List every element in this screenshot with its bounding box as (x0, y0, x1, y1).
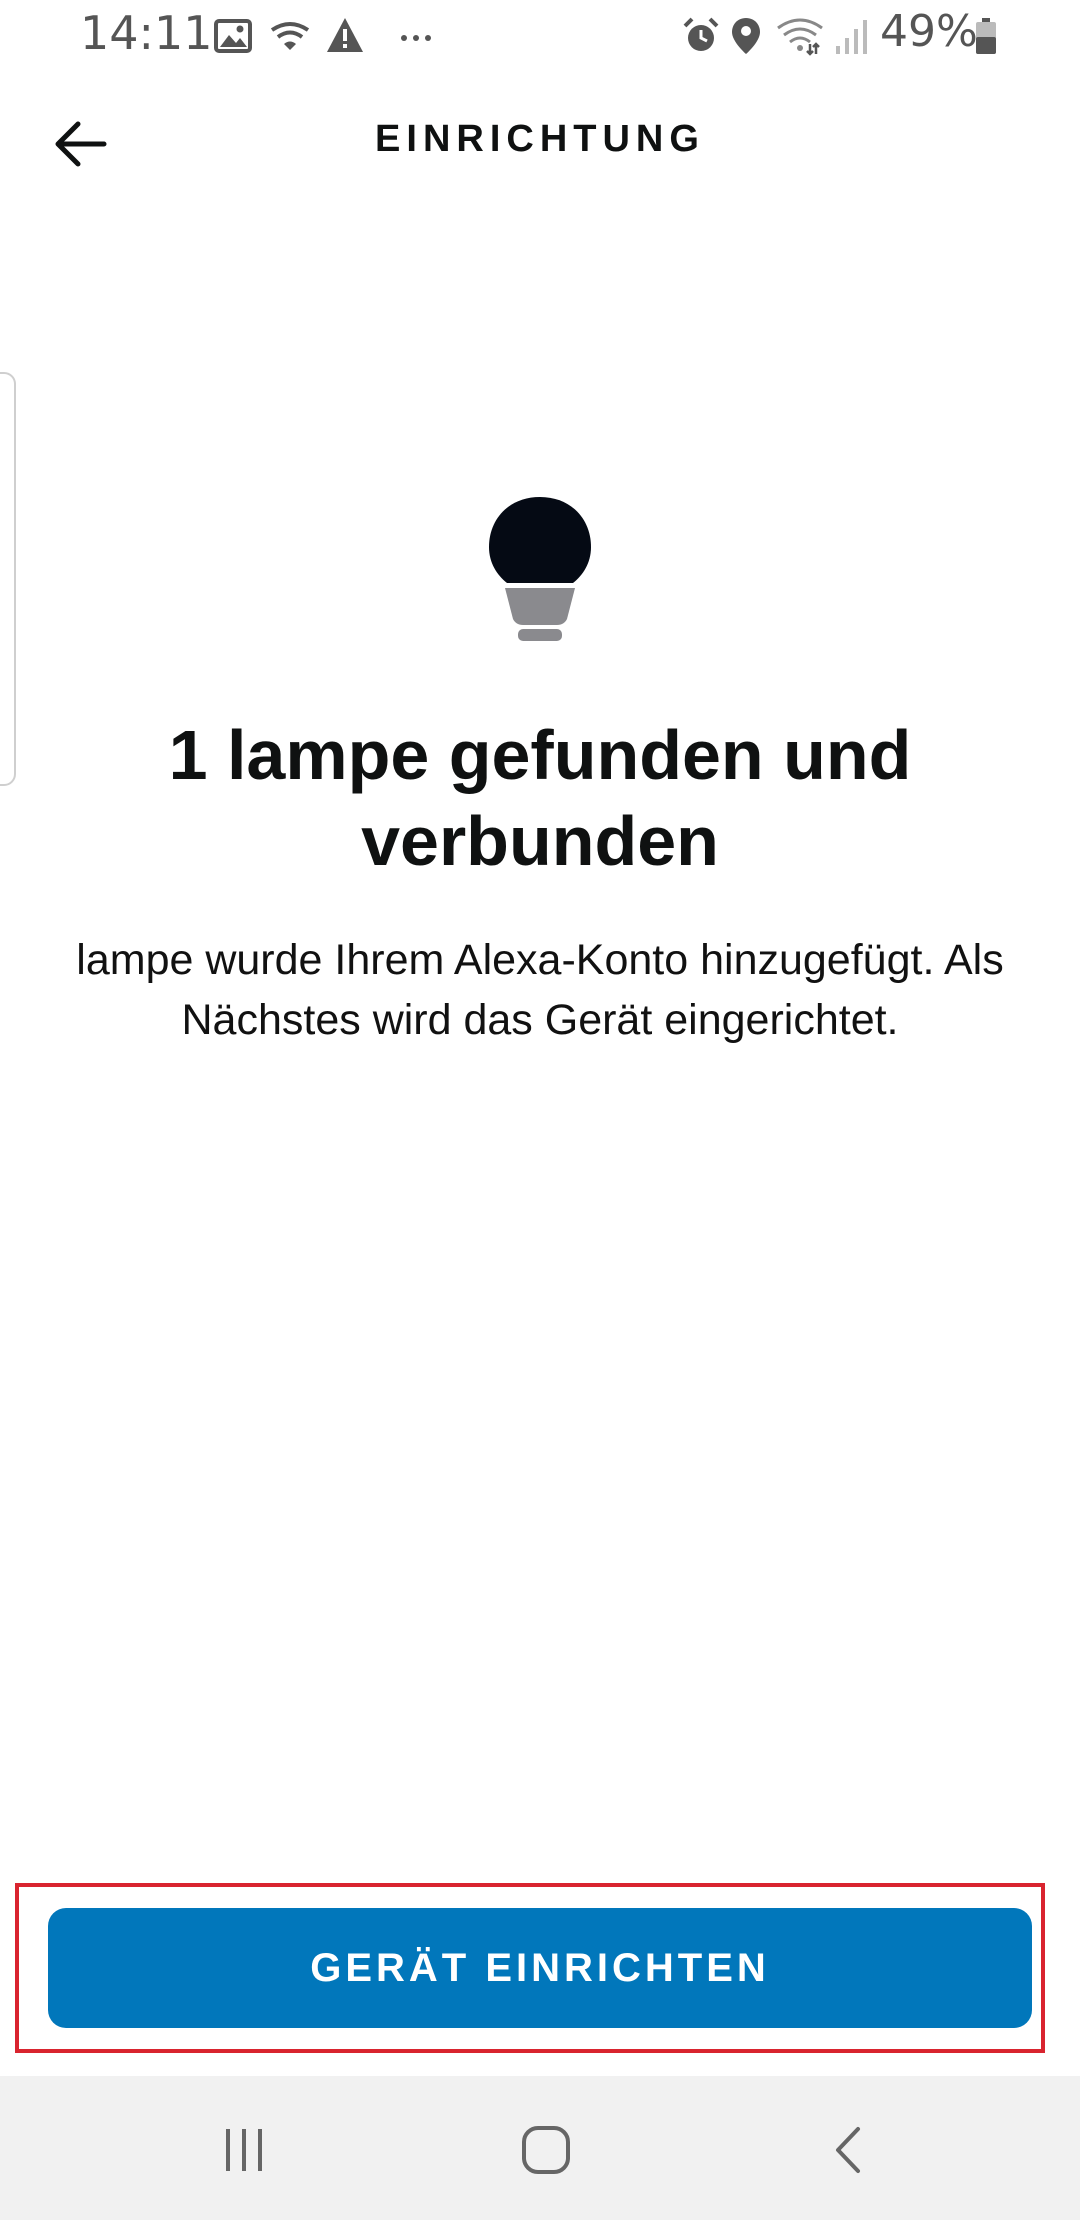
setup-device-button[interactable]: GERÄT EINRICHTEN (48, 1908, 1032, 2028)
home-icon (522, 2126, 570, 2174)
battery-icon (976, 18, 996, 54)
warning-icon (327, 18, 363, 52)
nav-back-button[interactable] (808, 2118, 888, 2182)
result-description: lampe wurde Ihrem Alexa-Konto hinzugefüg… (76, 936, 1004, 1044)
signal-icon (836, 20, 867, 54)
recent-apps-icon (226, 2129, 262, 2171)
wifi-calling-icon (270, 22, 310, 50)
page-title: EINRICHTUNG (375, 118, 705, 160)
home-button[interactable] (506, 2118, 586, 2182)
edge-panel-handle[interactable] (0, 372, 16, 786)
status-bar: 14:11 49% (0, 0, 1080, 72)
wifi-icon (777, 18, 823, 56)
alarm-icon (683, 17, 719, 51)
location-icon (732, 18, 760, 54)
app-header: EINRICHTUNG (0, 90, 1080, 190)
system-nav-bar (0, 2076, 1080, 2220)
status-time: 14:11 (80, 6, 213, 60)
setup-device-button-label: GERÄT EINRICHTEN (310, 1945, 770, 1990)
image-icon (214, 19, 252, 53)
result-title: 1 lampe gefunden und verbunden (168, 716, 912, 880)
lightbulb-icon (489, 497, 591, 641)
recent-apps-button[interactable] (204, 2118, 284, 2182)
more-icon (401, 35, 431, 41)
back-icon (836, 2127, 860, 2173)
battery-percent: 49% (880, 6, 978, 57)
